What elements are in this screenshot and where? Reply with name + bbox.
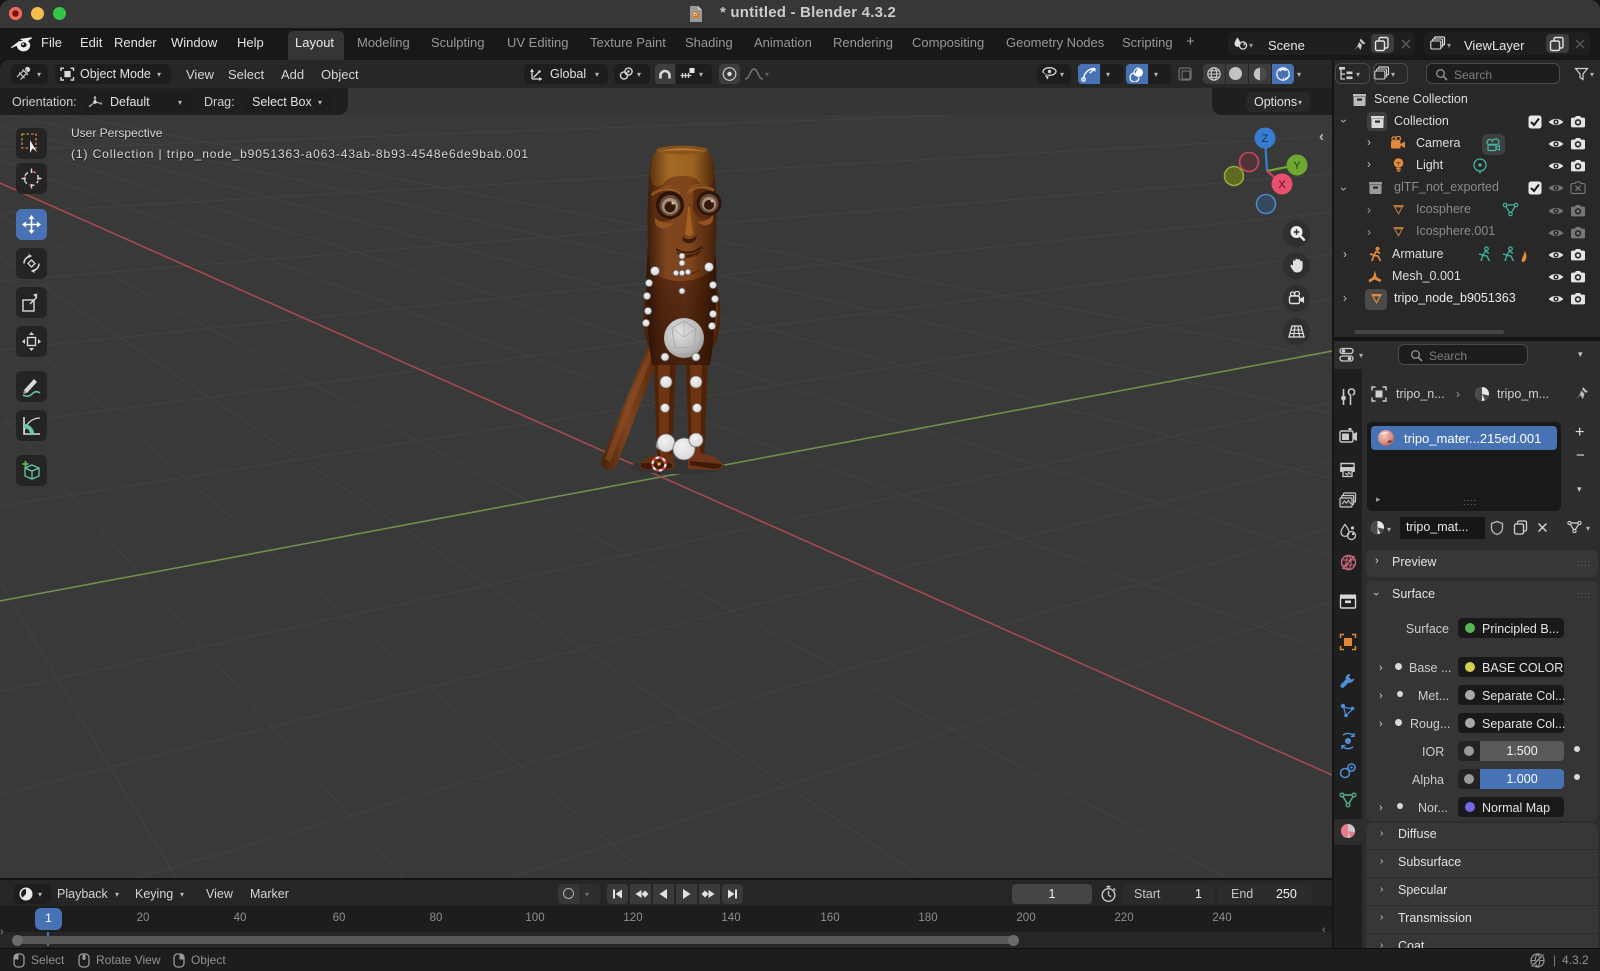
svg-text:Z: Z [1262, 133, 1269, 145]
svg-text:X: X [1278, 179, 1286, 191]
svg-text:Y: Y [1293, 160, 1301, 172]
